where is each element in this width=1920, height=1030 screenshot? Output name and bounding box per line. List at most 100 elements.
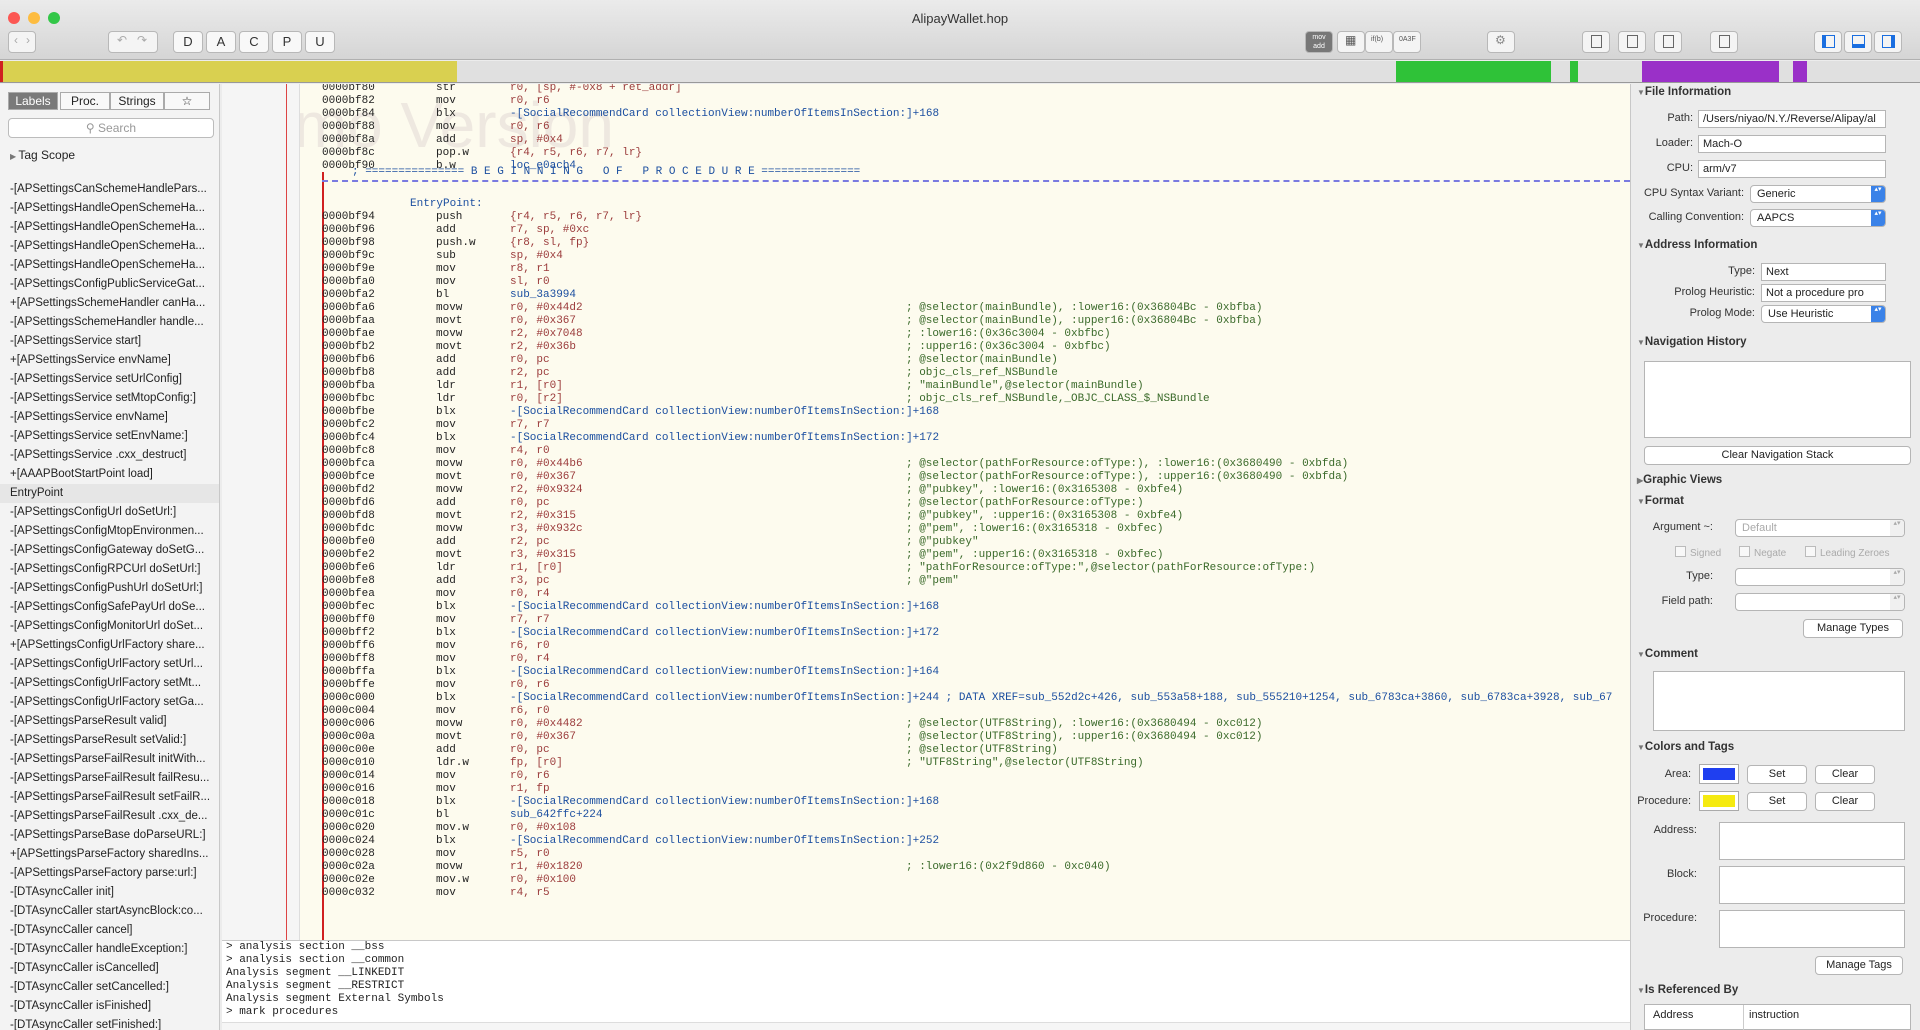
tab-bookmarks[interactable]: ☆ (164, 92, 210, 110)
code-line[interactable]: 0000bfc4 blx -[SocialRecommendCard collect… (322, 432, 1622, 445)
code-line[interactable]: 0000bf9c sub sp, #0x4 (322, 250, 1622, 263)
code-line[interactable]: 0000c00a movt r0, #0x367 ; @selector(UTF8St… (322, 731, 1622, 744)
label-list-item[interactable]: -[APSettingsConfigSafePayUrl doSe... (0, 598, 219, 617)
code-line[interactable]: 0000c01c bl sub_642ffc+224 (322, 809, 1622, 822)
label-list-item[interactable]: -[DTAsyncCaller handleException:] (0, 940, 219, 959)
code-line[interactable]: 0000bf82 mov r0, r6 (322, 95, 1622, 108)
cpu-syntax-select[interactable]: Generic (1750, 185, 1886, 203)
comment-header[interactable]: Comment (1637, 648, 1698, 660)
tab-labels[interactable]: Labels (8, 92, 58, 110)
toolbar-undefine-button[interactable]: U (305, 31, 335, 53)
address-column-header[interactable]: Address (1653, 1009, 1693, 1021)
label-list-item[interactable]: -[APSettingsConfigPublicServiceGat... (0, 275, 219, 294)
code-line[interactable]: 0000bfbc ldr r0, [r2] ; objc_cls_ref_NSBund… (322, 393, 1622, 406)
code-line[interactable]: 0000bfd8 movt r2, #0x315 ; @"pubkey", :uppe… (322, 510, 1622, 523)
procedure-color-well[interactable] (1699, 791, 1739, 811)
code-line[interactable]: 0000bfea mov r0, r4 (322, 588, 1622, 601)
code-line[interactable]: 0000bf88 mov r0, r6 (322, 121, 1622, 134)
code-line[interactable]: 0000c016 mov r1, fp (322, 783, 1622, 796)
file-info-header[interactable]: File Information (1637, 86, 1731, 98)
manage-types-button[interactable]: Manage Types (1803, 619, 1903, 638)
code-line[interactable]: 0000bff2 blx -[SocialRecommendCard collect… (322, 627, 1622, 640)
label-list-item[interactable]: -[APSettingsParseResult valid] (0, 712, 219, 731)
code-operands[interactable]: sub_3a3994 (510, 289, 576, 302)
code-line[interactable]: 0000c02e mov.w r0, #0x100 (322, 874, 1622, 887)
procedure-clear-button[interactable]: Clear (1815, 792, 1875, 811)
cfg-graph-icon[interactable]: ▦ (1337, 31, 1365, 53)
toggle-bottom-pane-icon[interactable] (1844, 31, 1872, 53)
code-operands[interactable]: -[SocialRecommendCard collectionView:num… (510, 692, 1612, 705)
label-list-item[interactable]: -[DTAsyncCaller init] (0, 883, 219, 902)
code-line[interactable]: 0000c024 blx -[SocialRecommendCard collect… (322, 835, 1622, 848)
code-line[interactable]: 0000bf80 str r0, [sp, #-0x8 + ret_addr] (322, 84, 1622, 95)
block-tags-field[interactable] (1719, 866, 1905, 904)
code-line[interactable]: 0000bfe6 ldr r1, [r0] ; "pathForResource:of… (322, 562, 1622, 575)
label-list-item[interactable]: -[APSettingsSchemeHandler handle... (0, 313, 219, 332)
code-line[interactable]: 0000bfd2 movw r2, #0x9324 ; @"pubkey", :low… (322, 484, 1622, 497)
format-header[interactable]: Format (1637, 495, 1684, 507)
pseudo-code-icon[interactable]: if(b) (1365, 31, 1393, 53)
code-operands[interactable]: -[SocialRecommendCard collectionView:num… (510, 601, 939, 614)
label-list-item[interactable]: EntryPoint (0, 484, 219, 503)
instruction-column-header[interactable]: instruction (1749, 1009, 1799, 1021)
tag-scope-toggle[interactable]: ▶ Tag Scope (10, 148, 75, 162)
label-list-item[interactable]: -[APSettingsConfigGateway doSetG... (0, 541, 219, 560)
label-list-item[interactable]: +[APSettingsService envName] (0, 351, 219, 370)
label-list-item[interactable]: -[APSettingsConfigMtopEnvironmen... (0, 522, 219, 541)
code-line[interactable]: 0000bfaa movt r0, #0x367 ; @selector(mainBu… (322, 315, 1622, 328)
navigation-history-list[interactable] (1644, 361, 1911, 438)
code-line[interactable]: 0000bf94 push {r4, r5, r6, r7, lr} (322, 211, 1622, 224)
code-line[interactable]: 0000bfe8 add r3, pc ; @"pem" (322, 575, 1622, 588)
code-line[interactable]: 0000bff6 mov r6, r0 (322, 640, 1622, 653)
layout-split-icon[interactable] (1654, 31, 1682, 53)
prolog-mode-select[interactable]: Use Heuristic (1761, 305, 1886, 323)
hex-view-icon[interactable]: 0A3F (1393, 31, 1421, 53)
code-line[interactable]: 0000bfc2 mov r7, r7 (322, 419, 1622, 432)
path-field[interactable]: /Users/niyao/N.Y./Reverse/Alipay/al (1698, 110, 1886, 128)
label-list-item[interactable]: -[APSettingsParseFactory parse:url:] (0, 864, 219, 883)
code-line[interactable]: 0000bffa blx -[SocialRecommendCard collect… (322, 666, 1622, 679)
loader-field[interactable]: Mach-O (1698, 135, 1886, 153)
code-line[interactable]: 0000c020 mov.w r0, #0x108 (322, 822, 1622, 835)
label-list-item[interactable]: -[APSettingsService setUrlConfig] (0, 370, 219, 389)
label-list-item[interactable]: -[DTAsyncCaller cancel] (0, 921, 219, 940)
search-input[interactable]: ⚲ Search (8, 118, 214, 138)
label-list-item[interactable]: -[DTAsyncCaller isFinished] (0, 997, 219, 1016)
label-list-item[interactable]: +[APSettingsParseFactory sharedIns... (0, 845, 219, 864)
label-list-item[interactable]: -[APSettingsConfigRPCUrl doSetUrl:] (0, 560, 219, 579)
signed-checkbox[interactable]: Signed (1675, 546, 1721, 559)
graphic-views-header[interactable]: Graphic Views (1637, 474, 1722, 486)
referenced-by-header[interactable]: Is Referenced By (1637, 984, 1738, 996)
code-line[interactable]: 0000c004 mov r6, r0 (322, 705, 1622, 718)
label-list-item[interactable]: -[APSettingsConfigUrlFactory setUrl... (0, 655, 219, 674)
labels-list[interactable]: -[APSettingsCanSchemeHandlePars... -[APSe… (0, 180, 219, 1030)
code-line[interactable]: 0000bf84 blx -[SocialRecommendCard collect… (322, 108, 1622, 121)
cpu-field[interactable]: arm/v7 (1698, 160, 1886, 178)
code-line[interactable]: 0000bfc8 mov r4, r0 (322, 445, 1622, 458)
code-line[interactable]: 0000bfec blx -[SocialRecommendCard collect… (322, 601, 1622, 614)
label-list-item[interactable]: -[APSettingsHandleOpenSchemeHa... (0, 237, 219, 256)
label-list-item[interactable]: +[APSettingsConfigUrlFactory share... (0, 636, 219, 655)
layout-left-icon[interactable] (1582, 31, 1610, 53)
code-line[interactable]: 0000bf8a add sp, #0x4 (322, 134, 1622, 147)
label-list-item[interactable]: -[DTAsyncCaller startAsyncBlock:co... (0, 902, 219, 921)
code-line[interactable]: 0000c006 movw r0, #0x4482 ; @selector(UTF8S… (322, 718, 1622, 731)
code-line[interactable]: 0000c00e add r0, pc ; @selector(UTF8String) (322, 744, 1622, 757)
toggle-left-pane-icon[interactable] (1814, 31, 1842, 53)
label-list-item[interactable]: -[APSettingsParseFailResult initWith... (0, 750, 219, 769)
code-line[interactable]: 0000bf98 push.w {r8, sl, fp} (322, 237, 1622, 250)
code-line[interactable]: 0000bfba ldr r1, [r0] ; "mainBundle",@selec… (322, 380, 1622, 393)
code-line[interactable]: 0000bfa2 bl sub_3a3994 (322, 289, 1622, 302)
code-operands[interactable]: -[SocialRecommendCard collectionView:num… (510, 666, 939, 679)
code-line[interactable]: 0000c000 blx -[SocialRecommendCard collect… (322, 692, 1622, 705)
label-list-item[interactable]: -[APSettingsService setMtopConfig:] (0, 389, 219, 408)
code-line[interactable]: 0000bfb8 add r2, pc ; objc_cls_ref_NSBundle (322, 367, 1622, 380)
tab-procedures[interactable]: Proc. (60, 92, 110, 110)
argument-select[interactable]: Default (1735, 519, 1905, 537)
code-line[interactable]: 0000bfbe blx -[SocialRecommendCard collect… (322, 406, 1622, 419)
toolbar-code-button[interactable]: C (239, 31, 269, 53)
area-set-button[interactable]: Set (1747, 765, 1807, 784)
referenced-by-table[interactable]: Address instruction (1644, 1004, 1911, 1030)
code-line[interactable]: 0000bf96 add r7, sp, #0xc (322, 224, 1622, 237)
negate-checkbox[interactable]: Negate (1739, 546, 1786, 559)
